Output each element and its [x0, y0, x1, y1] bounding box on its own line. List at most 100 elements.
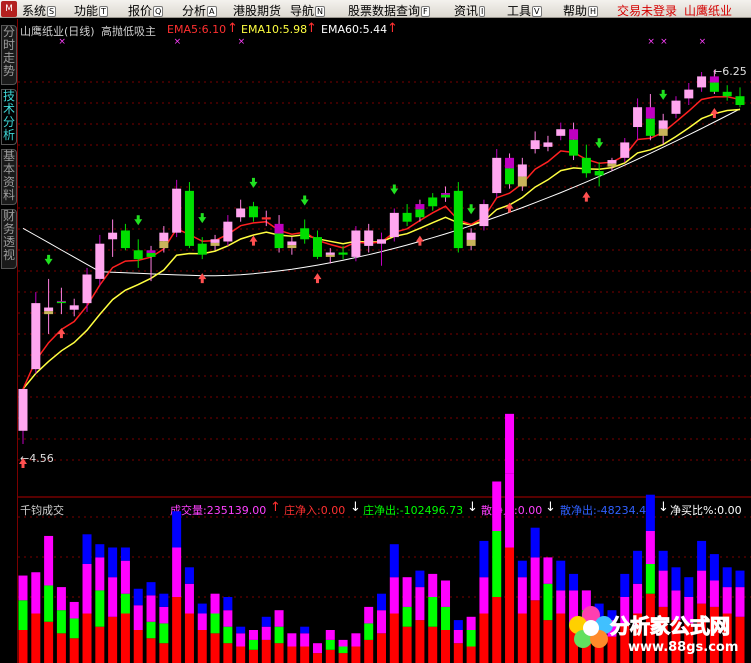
- volume-bar: [69, 601, 79, 619]
- volume-bar: [133, 588, 143, 606]
- volume-bar: [453, 643, 463, 663]
- candle-body: [236, 208, 246, 218]
- volume-bar: [453, 630, 463, 644]
- candle-body: [645, 107, 655, 119]
- menu-2[interactable]: 报价 Q: [128, 2, 164, 19]
- volume-bar: [197, 603, 207, 614]
- volume-bar: [300, 646, 310, 663]
- side-tab-0[interactable]: 分时走势: [1, 25, 17, 85]
- volume-bar: [133, 605, 143, 630]
- volume-bar: [543, 620, 553, 663]
- side-tab-1[interactable]: 技术分析: [1, 89, 17, 145]
- volume-bar: [479, 613, 489, 663]
- volume-bar: [351, 646, 361, 663]
- candle-body: [581, 157, 591, 174]
- menu-0[interactable]: 系统 S: [22, 2, 57, 19]
- menu-5[interactable]: 导航 N: [290, 2, 325, 19]
- volume-bar: [82, 613, 92, 663]
- volume-bar: [261, 639, 271, 663]
- watermark-flower-icon: [566, 605, 616, 649]
- volume-bar: [146, 621, 156, 639]
- volume-bar: [402, 577, 412, 607]
- candle-body: [95, 243, 105, 279]
- volume-bar: [120, 547, 130, 561]
- volume-bar: [95, 557, 105, 591]
- top-marker: ×: [174, 37, 182, 47]
- menu-label: 功能: [74, 4, 99, 18]
- candle-body: [671, 100, 681, 114]
- menu-9[interactable]: 帮助 H: [563, 2, 599, 19]
- volume-bar: [517, 560, 527, 578]
- sell-arrow-icon: [595, 138, 604, 149]
- volume-bar: [351, 633, 361, 647]
- menu-shortcut-key: I: [479, 6, 486, 17]
- candle-body: [517, 164, 527, 177]
- candle-body: [607, 163, 617, 167]
- volume-bar: [300, 633, 310, 647]
- candle-body: [594, 171, 604, 176]
- volume-bar: [415, 587, 425, 621]
- volume-bar: [223, 626, 233, 644]
- volume-bar: [312, 643, 322, 654]
- volume-bar: [364, 623, 374, 640]
- candle-body: [428, 197, 438, 207]
- volume-bar: [300, 626, 310, 634]
- login-status[interactable]: 交易未登录: [617, 2, 677, 19]
- volume-bar: [556, 590, 566, 614]
- menu-shortcut-key: S: [47, 6, 57, 17]
- candle-body: [351, 230, 361, 257]
- menu-8[interactable]: 工具 V: [507, 2, 542, 19]
- top-marker: ×: [699, 37, 707, 47]
- volume-bar: [223, 597, 233, 611]
- volume-bar: [428, 626, 438, 663]
- candle-body: [287, 241, 297, 246]
- volume-bar: [146, 582, 156, 596]
- candle-body: [300, 228, 310, 240]
- candle-body: [556, 129, 566, 136]
- menu-shortcut-key: V: [532, 6, 542, 17]
- volume-bar: [31, 613, 41, 663]
- volume-bar: [697, 540, 707, 571]
- side-tab-2[interactable]: 基本资料: [1, 149, 17, 205]
- volume-bar: [197, 630, 207, 663]
- volume-bar: [18, 575, 28, 601]
- menu-6[interactable]: 股票数据查询 F: [348, 2, 430, 19]
- volume-bar: [95, 544, 105, 558]
- volume-bar: [210, 633, 220, 663]
- side-tab-3[interactable]: 财务透视: [1, 209, 17, 269]
- volume-bar: [44, 535, 54, 586]
- stock-chart[interactable]: × × × × × ×: [18, 19, 751, 663]
- menu-label: 报价: [128, 4, 153, 18]
- volume-bar: [466, 616, 476, 630]
- menu-label: 导航: [290, 4, 315, 18]
- menu-3[interactable]: 分析 A: [182, 2, 217, 19]
- volume-bar: [274, 610, 284, 627]
- volume-bar: [415, 570, 425, 588]
- volume-bar: [287, 646, 297, 663]
- volume-bar: [620, 573, 630, 597]
- candle-body: [210, 239, 220, 243]
- menu-7[interactable]: 资讯 I: [454, 2, 486, 19]
- menu-1[interactable]: 功能 T: [74, 2, 108, 19]
- volume-bar: [428, 597, 438, 627]
- volume-bar: [389, 577, 399, 614]
- volume-bar: [287, 633, 297, 647]
- volume-bar: [338, 653, 348, 663]
- volume-bar: [466, 630, 476, 647]
- candle-body: [620, 142, 630, 158]
- menu-shortcut-key: N: [315, 6, 325, 17]
- candle-body: [415, 209, 425, 218]
- volume-bar: [479, 540, 489, 578]
- candle-body: [377, 239, 386, 244]
- volume-bar: [325, 639, 335, 650]
- volume-bar: [338, 639, 348, 647]
- candle-body: [197, 243, 207, 255]
- menu-label: 股票数据查询: [348, 4, 421, 18]
- candle-body: [607, 160, 617, 164]
- volume-bar: [69, 638, 79, 663]
- app-logo-icon: M: [1, 1, 17, 17]
- menu-4[interactable]: 港股期货: [233, 2, 281, 19]
- volume-bar: [389, 544, 399, 578]
- volume-bar: [236, 633, 246, 647]
- volume-bar: [441, 580, 451, 607]
